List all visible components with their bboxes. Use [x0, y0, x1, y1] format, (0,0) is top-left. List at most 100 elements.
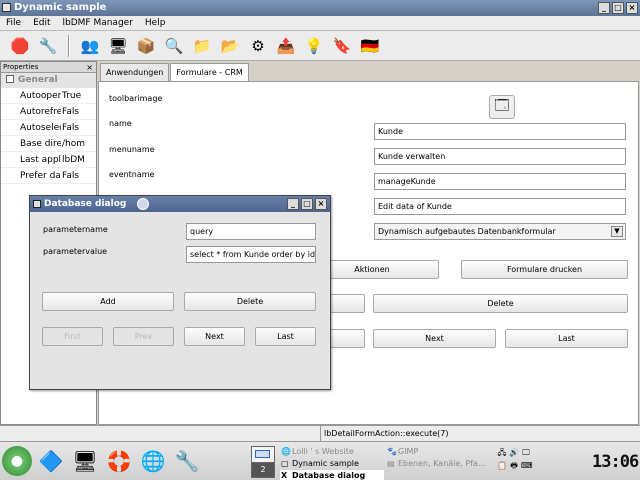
menubar: File Edit lbDMF Manager Help	[0, 16, 640, 31]
dialog-controls: _ □ ×	[287, 198, 327, 210]
tab-formulare-crm[interactable]: Formulare - CRM	[170, 63, 249, 81]
task-label: Ebenen, Kanäle, Pfa...	[398, 459, 486, 468]
property-row[interactable]: Autoselect lastFals	[1, 120, 96, 136]
property-value[interactable]: True	[61, 88, 96, 103]
property-row[interactable]: Last applicationlbDM	[1, 152, 96, 168]
swirl-icon	[137, 198, 149, 210]
monitor-icon[interactable]: 🖵	[521, 447, 531, 458]
clipboard-icon[interactable]: 📋	[497, 460, 507, 471]
close-icon[interactable]: ×	[86, 62, 93, 73]
property-row[interactable]: Autoopen lastTrue	[1, 88, 96, 104]
open-folder-icon[interactable]: 📂	[218, 34, 242, 58]
keyboard-icon[interactable]: ⌨	[521, 460, 533, 471]
last-button[interactable]: Last	[255, 327, 316, 346]
close-button[interactable]: ×	[626, 2, 638, 14]
browser-icon: 🌐	[281, 447, 291, 456]
dropdown-arrow-icon[interactable]: ▼	[611, 226, 623, 237]
property-row[interactable]: Prefer databasFals	[1, 168, 96, 184]
folder-icon[interactable]: 📁	[190, 34, 214, 58]
add-button[interactable]: Add	[42, 292, 174, 311]
formulare-drucken-button[interactable]: Formulare drucken	[461, 260, 628, 279]
description-field[interactable]: Edit data of Kunde	[374, 198, 626, 215]
lifebuoy-icon[interactable]: 🛟	[104, 446, 134, 476]
printer-icon[interactable]: 🖶	[509, 460, 519, 471]
toolbar-separator	[68, 34, 70, 57]
cube-icon[interactable]: 🔷	[36, 446, 66, 476]
task-dynamic-sample[interactable]: ▢ Dynamic sample	[280, 458, 382, 469]
task-lollis-website[interactable]: 🌐 Lolli ' s Website	[280, 446, 382, 457]
task-gimp[interactable]: 🐾 GIMP	[386, 446, 488, 457]
name-field[interactable]: Kunde	[374, 123, 626, 140]
dialog-titlebar[interactable]: Database dialog _ □ ×	[30, 196, 330, 212]
menuname-field[interactable]: Kunde verwalten	[374, 148, 626, 165]
search-icon[interactable]: 🔍	[162, 34, 186, 58]
property-value[interactable]: /hom	[61, 136, 96, 151]
form-type-value: Dynamisch aufgebautes Datenbankformular	[378, 227, 556, 236]
tools-icon[interactable]: 🔧	[36, 34, 60, 58]
next-button[interactable]: Next	[373, 329, 496, 348]
last-button[interactable]: Last	[505, 329, 628, 348]
group-label: General	[18, 75, 58, 85]
collapse-icon[interactable]	[6, 75, 14, 83]
property-key: Autorefresh up	[20, 107, 61, 117]
delete-button[interactable]: Delete	[184, 292, 316, 311]
menu-file[interactable]: File	[6, 16, 21, 30]
system-tray: 🖧 🔊 🖵 📋 🖶 ⌨	[497, 447, 533, 471]
label-toolbarimage: toolbarimage	[109, 94, 163, 103]
lightbulb-icon[interactable]: 💡	[302, 34, 326, 58]
property-value[interactable]: Fals	[61, 104, 96, 119]
stop-icon[interactable]: 🛑	[8, 34, 32, 58]
tab-anwendungen[interactable]: Anwendungen	[100, 63, 170, 81]
export-icon[interactable]: 📤	[274, 34, 298, 58]
properties-title: Properties	[3, 63, 39, 71]
settings-icon[interactable]: ⚙	[246, 34, 270, 58]
desktop-icon[interactable]: 🖥	[70, 446, 100, 476]
form-type-select[interactable]: Dynamisch aufgebautes Datenbankformular …	[374, 223, 626, 240]
desktop-pager[interactable]: 2	[251, 446, 275, 478]
menu-edit[interactable]: Edit	[33, 16, 50, 30]
task-database-dialog[interactable]: X Database dialog	[280, 470, 384, 480]
task-ebenen[interactable]: ▤ Ebenen, Kanäle, Pfa...	[386, 458, 488, 469]
property-value[interactable]: Fals	[61, 120, 96, 135]
properties-group-general[interactable]: General	[1, 73, 96, 88]
german-flag-icon[interactable]: 🇩🇪	[358, 34, 382, 58]
pager-number[interactable]: 2	[252, 463, 274, 477]
parametername-field[interactable]: query	[186, 223, 316, 240]
app-icon	[2, 3, 11, 12]
property-value[interactable]: Fals	[61, 168, 96, 183]
tab-bar: Anwendungen Formulare - CRM	[100, 63, 250, 81]
wrench-icon[interactable]: 🔧	[172, 446, 202, 476]
minimize-button[interactable]: _	[598, 2, 610, 14]
volume-icon[interactable]: 🔊	[509, 447, 519, 458]
eventname-field[interactable]: manageKunde	[374, 173, 626, 190]
property-row[interactable]: Autorefresh upFals	[1, 104, 96, 120]
start-menu-icon[interactable]: ●	[2, 446, 32, 476]
task-label: GIMP	[398, 447, 419, 456]
parametervalue-field[interactable]: select * from Kunde order by id	[186, 246, 316, 263]
close-button[interactable]: ×	[315, 198, 327, 210]
maximize-button[interactable]: □	[612, 2, 624, 14]
next-button[interactable]: Next	[184, 327, 245, 346]
property-row[interactable]: Base directory/hom	[1, 136, 96, 152]
delete-button[interactable]: Delete	[373, 294, 628, 313]
property-key: Base directory	[20, 139, 61, 149]
clock[interactable]: 13:06	[592, 452, 639, 472]
toolbar: 🛑 🔧 👥 🖥 📦 🔍 📁 📂 ⚙ 📤 💡 🔖 🇩🇪	[0, 31, 640, 61]
window-controls: _ □ ×	[598, 2, 638, 14]
bookmark-icon[interactable]: 🔖	[330, 34, 354, 58]
computer-icon[interactable]: 🖥	[106, 34, 130, 58]
minimize-button[interactable]: _	[287, 198, 299, 210]
maximize-button[interactable]: □	[301, 198, 313, 210]
package-icon[interactable]: 📦	[134, 34, 158, 58]
first-button[interactable]: First	[42, 327, 103, 346]
prev-button[interactable]: Prev	[113, 327, 174, 346]
globe-icon[interactable]: 🌐	[138, 446, 168, 476]
property-value[interactable]: lbDM	[61, 152, 96, 167]
toolbarimage-button[interactable]: 🗔	[489, 95, 515, 119]
window-titlebar[interactable]: Dynamic sample _ □ ×	[0, 0, 640, 16]
network-icon[interactable]: 🖧	[497, 447, 507, 458]
menu-help[interactable]: Help	[145, 16, 166, 30]
menu-lbdmf-manager[interactable]: lbDMF Manager	[63, 16, 133, 30]
users-icon[interactable]: 👥	[78, 34, 102, 58]
pager-desktop-1[interactable]	[252, 447, 274, 463]
